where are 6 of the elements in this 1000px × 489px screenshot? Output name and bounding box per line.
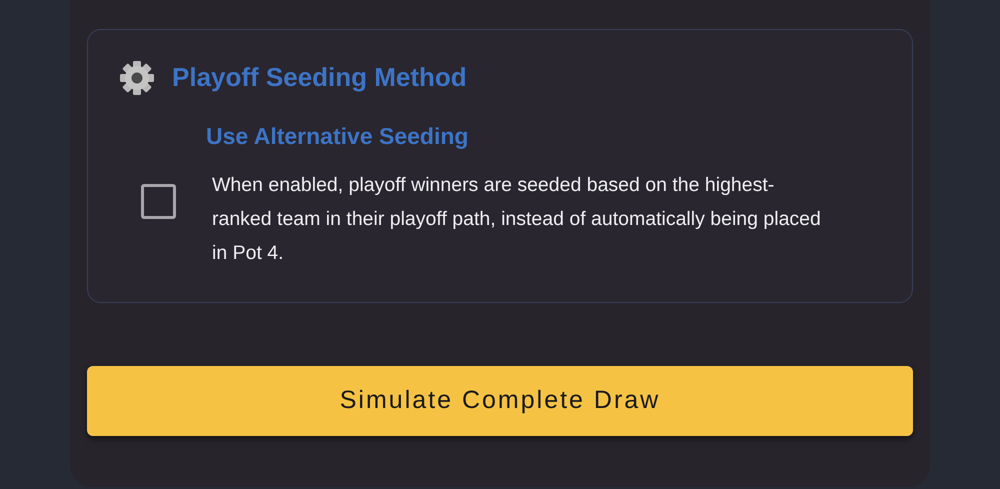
- option-description: When enabled, playoff winners are seeded based on the highest-ranked team in their playoff path, instead of automatically being placed in Pot 4.: [212, 172, 822, 266]
- checkbox[interactable]: [141, 184, 176, 218]
- section-title: Playoff Seeding Method: [172, 61, 467, 94]
- gear-icon: [119, 60, 155, 96]
- simulate-button[interactable]: Simulate Complete Draw: [87, 366, 913, 436]
- option-title: Use Alternative Seeding: [206, 122, 470, 151]
